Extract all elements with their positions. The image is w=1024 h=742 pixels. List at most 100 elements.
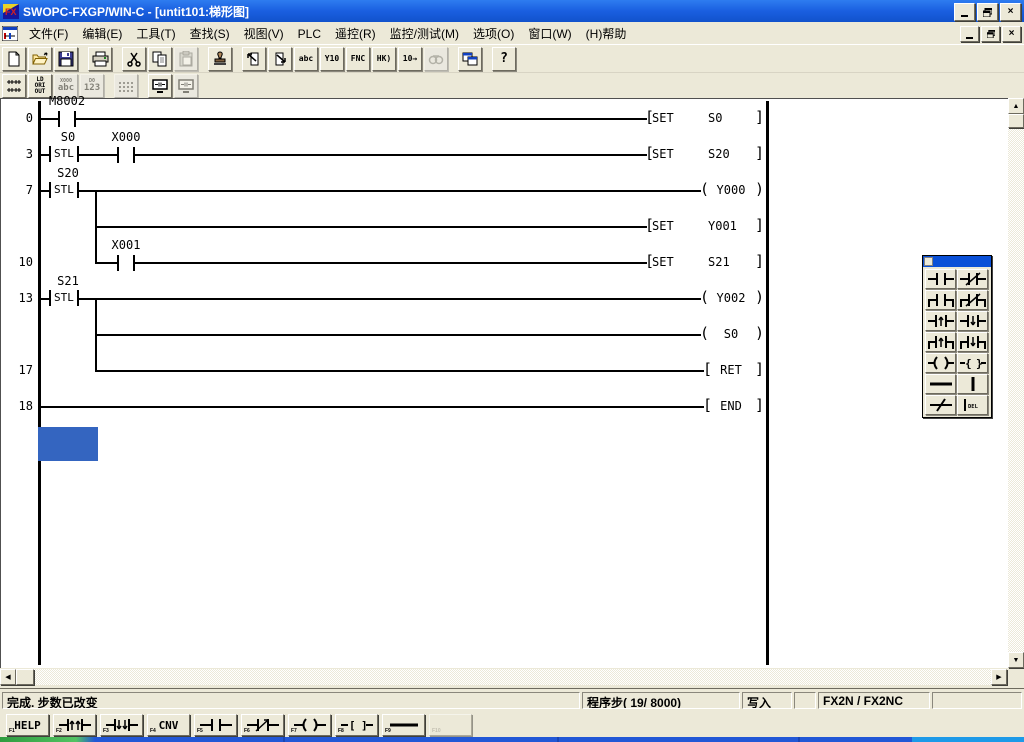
fkey-f5[interactable]: F5 xyxy=(194,714,237,736)
read-page-button[interactable] xyxy=(242,47,266,71)
window-switch-button[interactable] xyxy=(458,47,482,71)
parallel-open-contact-tool[interactable] xyxy=(925,290,956,310)
stl-contact[interactable]: STL xyxy=(49,146,79,162)
rung-line xyxy=(96,370,704,372)
fkey-f7[interactable]: F7 xyxy=(288,714,331,736)
vertical-scroll-thumb[interactable] xyxy=(1008,114,1024,128)
fkey-f3[interactable]: F3 xyxy=(100,714,143,736)
child-window-icon[interactable] xyxy=(2,26,18,41)
scroll-left-button[interactable]: ◀ xyxy=(0,669,16,685)
horizontal-line-tool[interactable] xyxy=(925,374,956,394)
new-button[interactable] xyxy=(2,47,26,71)
start-button[interactable] xyxy=(0,737,95,742)
scroll-right-button[interactable]: ▶ xyxy=(991,669,1007,685)
instruction-tool[interactable]: {} xyxy=(957,353,988,373)
palette-buttons: {} DEL xyxy=(923,267,991,417)
ladder-editor[interactable]: 0M8002[SETS0]3STLS0X000[SETS20]7STLS20(Y… xyxy=(0,98,1008,668)
contact-bar[interactable] xyxy=(117,147,119,163)
output-device: S0 xyxy=(708,111,722,125)
close-button[interactable]: × xyxy=(1000,3,1021,21)
ladder-view-button[interactable] xyxy=(2,74,26,98)
fkey-f8[interactable]: F8[] xyxy=(335,714,378,736)
rising-pulse-contact-tool[interactable] xyxy=(925,311,956,331)
closed-contact-tool[interactable] xyxy=(957,269,988,289)
menu-item-1[interactable]: 编辑(E) xyxy=(75,24,129,44)
menu-item-6[interactable]: 遥控(R) xyxy=(328,24,383,44)
open-contact-tool[interactable] xyxy=(925,269,956,289)
view-toolbar: LDORIOUTX000abcD0123 xyxy=(0,72,1024,99)
vertical-line-tool[interactable] xyxy=(957,374,988,394)
output-device: S21 xyxy=(708,255,730,269)
menu-item-5[interactable]: PLC xyxy=(291,24,328,44)
register-view-button-label: D0123 xyxy=(84,79,100,93)
fkey-symbol xyxy=(289,715,330,735)
horizontal-scrollbar[interactable] xyxy=(0,669,1008,685)
parallel-closed-contact-tool[interactable] xyxy=(957,290,988,310)
output-close-bracket: ] xyxy=(755,362,764,377)
device-y10-button-label: Y10 xyxy=(325,55,339,63)
delete-line-tool[interactable] xyxy=(925,395,956,415)
instruction-list-button-label: LDORIOUT xyxy=(35,77,46,95)
parallel-rising-pulse-contact-tool[interactable] xyxy=(925,332,956,352)
contact-bar[interactable] xyxy=(117,255,119,271)
app-icon[interactable]: FX xyxy=(3,4,19,19)
output-op: SET xyxy=(652,219,674,233)
delete-vertical-line-tool[interactable]: DEL xyxy=(957,395,988,415)
device-y10-button[interactable]: Y10 xyxy=(320,47,344,71)
stl-contact[interactable]: STL xyxy=(49,290,79,306)
coil-close-paren: ) xyxy=(755,182,764,197)
windows-taskbar[interactable] xyxy=(0,737,1024,742)
child-restore-button[interactable] xyxy=(981,26,1000,42)
output-close-bracket: ] xyxy=(755,398,764,413)
convert-stamp-button[interactable] xyxy=(208,47,232,71)
menu-item-3[interactable]: 查找(S) xyxy=(183,24,237,44)
step-10-button[interactable]: 10→ xyxy=(398,47,422,71)
palette-system-box[interactable] xyxy=(924,257,933,266)
menu-item-10[interactable]: (H)帮助 xyxy=(579,24,634,44)
status-extra xyxy=(932,692,1022,709)
fkey-f9[interactable]: F9 xyxy=(382,714,425,736)
cursor-cell[interactable] xyxy=(38,427,98,461)
menu-item-4[interactable]: 视图(V) xyxy=(237,24,291,44)
minimize-button[interactable] xyxy=(954,3,975,21)
contact-bar[interactable] xyxy=(58,111,60,127)
help-button[interactable]: ? xyxy=(492,47,516,71)
system-tray[interactable] xyxy=(912,737,1024,742)
function-fnc-button[interactable]: FNC xyxy=(346,47,370,71)
comment-abc-button[interactable]: abc xyxy=(294,47,318,71)
parallel-falling-pulse-contact-tool[interactable] xyxy=(957,332,988,352)
menu-item-9[interactable]: 窗口(W) xyxy=(521,24,578,44)
menu-item-7[interactable]: 监控/测试(M) xyxy=(383,24,466,44)
menu-item-8[interactable]: 选项(O) xyxy=(466,24,521,44)
scroll-up-button[interactable]: ▲ xyxy=(1008,98,1024,114)
child-minimize-button[interactable] xyxy=(960,26,979,42)
scroll-down-button[interactable]: ▼ xyxy=(1008,652,1024,668)
menu-items: 文件(F)编辑(E)工具(T)查找(S)视图(V)PLC遥控(R)监控/测试(M… xyxy=(22,25,633,42)
child-close-button[interactable]: × xyxy=(1002,26,1021,42)
fkey-f6[interactable]: F6 xyxy=(241,714,284,736)
fkey-f4[interactable]: F4CNV xyxy=(147,714,190,736)
write-page-button[interactable] xyxy=(268,47,292,71)
contact-hk-button[interactable]: HK) xyxy=(372,47,396,71)
contact-bar[interactable] xyxy=(133,255,135,271)
menu-item-2[interactable]: 工具(T) xyxy=(129,24,182,44)
coil-tool[interactable] xyxy=(925,353,956,373)
vertical-scrollbar[interactable] xyxy=(1008,98,1024,668)
monitor-start-button[interactable] xyxy=(148,74,172,98)
horizontal-scroll-thumb[interactable] xyxy=(16,669,34,685)
cut-button[interactable] xyxy=(122,47,146,71)
palette-title-bar[interactable] xyxy=(923,256,991,267)
print-button[interactable] xyxy=(88,47,112,71)
stl-contact[interactable]: STL xyxy=(49,182,79,198)
save-button[interactable] xyxy=(54,47,78,71)
contact-bar[interactable] xyxy=(133,147,135,163)
restore-button[interactable] xyxy=(977,3,998,21)
fkey-f1[interactable]: F1HELP xyxy=(6,714,49,736)
menu-item-0[interactable]: 文件(F) xyxy=(22,24,75,44)
falling-pulse-contact-tool[interactable] xyxy=(957,311,988,331)
fkey-f2[interactable]: F2 xyxy=(53,714,96,736)
copy-button[interactable] xyxy=(148,47,172,71)
fkey-symbol: [] xyxy=(336,715,377,735)
open-button[interactable] xyxy=(28,47,52,71)
contact-bar[interactable] xyxy=(74,111,76,127)
